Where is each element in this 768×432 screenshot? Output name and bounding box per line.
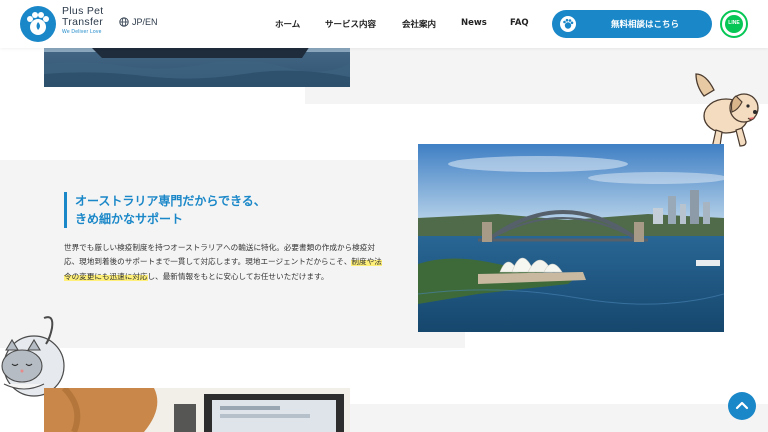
chevron-up-icon (735, 401, 749, 410)
nav-company[interactable]: 会社案内 (402, 18, 436, 30)
heading-line-2: きめ細かなサポート (75, 212, 184, 226)
section-heading: オーストラリア専門だからできる、 きめ細かなサポート (64, 192, 404, 228)
dog-illustration (686, 68, 768, 154)
body-text-end: し、最新情報をもとに安心してお任せいただけます。 (147, 271, 329, 281)
brand-tagline: We Deliver Love (62, 29, 102, 35)
cat-illustration (0, 310, 70, 400)
nav-services[interactable]: サービス内容 (325, 18, 376, 30)
heading-line-1: オーストラリア専門だからできる、 (75, 194, 266, 208)
language-label: JP/EN (132, 17, 158, 27)
line-label: LINE (728, 20, 740, 26)
line-button[interactable]: LINE (720, 10, 748, 38)
site-header: Plus Pet Transfer We Deliver Love JP/EN … (0, 0, 768, 48)
cta-label: 無料相談はこちら (610, 20, 679, 30)
paw-logo-icon[interactable] (20, 6, 56, 42)
language-switcher[interactable]: JP/EN (119, 17, 158, 27)
globe-icon (119, 17, 129, 27)
body-text-start: 世界でも厳しい検疫制度を持つオーストラリアへの輸送に特化。必要書類の作成から検疫… (64, 243, 375, 267)
nav-faq[interactable]: FAQ (510, 18, 529, 28)
line-icon: LINE (725, 15, 743, 33)
sydney-harbour-photo (418, 144, 724, 332)
cut-off-text (380, 48, 444, 53)
scroll-top-button[interactable] (728, 392, 756, 420)
brand-line-2: Transfer (62, 16, 104, 28)
nav-news[interactable]: News (461, 18, 487, 28)
bottom-section-background (350, 404, 768, 432)
laptop-work-photo (44, 388, 350, 432)
free-consultation-button[interactable]: 無料相談はこちら (552, 10, 712, 38)
nav-home[interactable]: ホーム (275, 18, 300, 30)
section-body: 世界でも厳しい検疫制度を持つオーストラリアへの輸送に特化。必要書類の作成から検疫… (64, 241, 386, 284)
brand-wordmark[interactable]: Plus Pet Transfer We Deliver Love (62, 6, 122, 36)
paw-icon (560, 16, 576, 32)
